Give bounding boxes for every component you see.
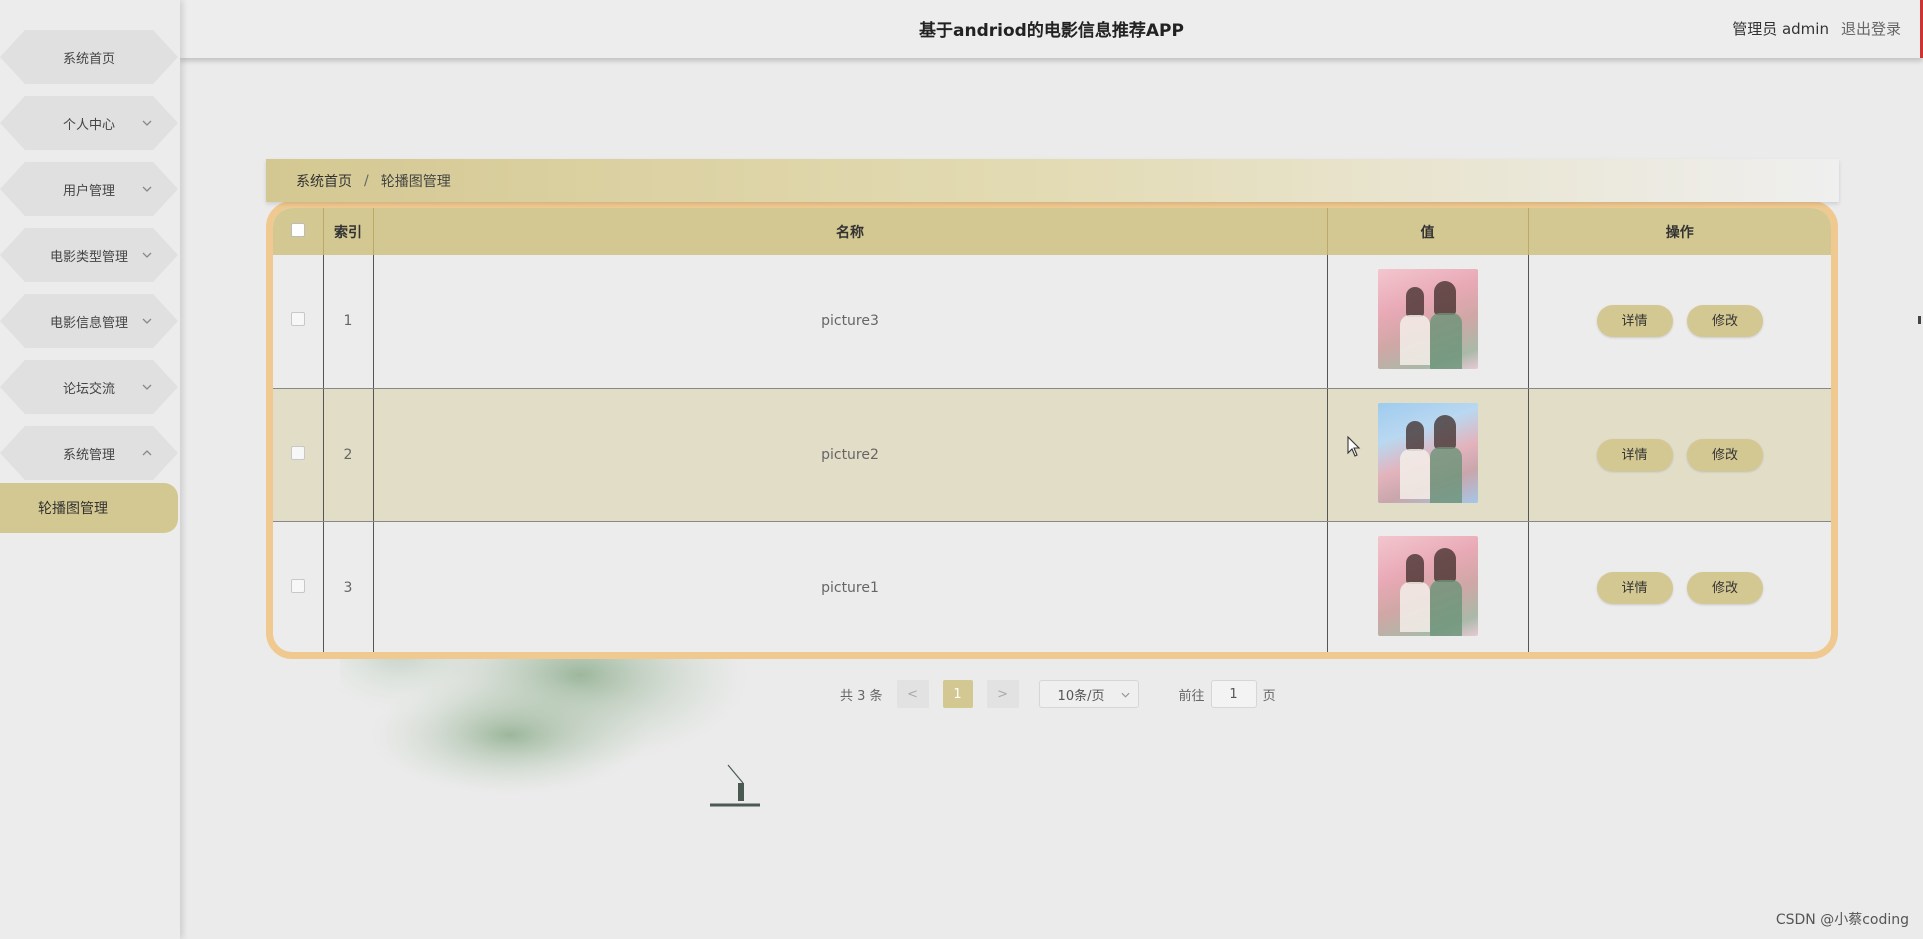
- sidebar-item-label: 个人中心: [62, 117, 115, 133]
- cell-index: 1: [323, 255, 374, 389]
- scrollbar-marker: [1918, 316, 1921, 324]
- sidebar-item-movie-info-management[interactable]: 电影信息管理: [0, 294, 178, 348]
- prev-page-button[interactable]: <: [896, 680, 929, 708]
- column-header-index: 索引: [323, 208, 374, 255]
- sidebar-item-label: 系统管理: [62, 447, 115, 463]
- cell-name: picture3: [373, 255, 1328, 389]
- sidebar-item-label: 论坛交流: [62, 381, 115, 397]
- select-all-checkbox[interactable]: [290, 222, 305, 237]
- carousel-thumbnail-image[interactable]: [1377, 535, 1478, 636]
- column-header-value: 值: [1327, 208, 1529, 255]
- sidebar-item-home[interactable]: 系统首页: [0, 30, 178, 84]
- cell-value: [1327, 521, 1529, 652]
- cell-index: 3: [323, 521, 374, 652]
- table-row: 2 picture2 详情 修改: [273, 388, 1831, 522]
- goto-label: 前往: [1178, 688, 1205, 704]
- carousel-table: 索引 名称 值 操作 1 picture3 详情 修改 2 picture2 详…: [273, 208, 1831, 652]
- chevron-down-icon: [140, 182, 154, 196]
- edit-button[interactable]: 修改: [1686, 305, 1763, 338]
- header-user-area: 管理员 admin 退出登录: [1732, 18, 1901, 39]
- carousel-thumbnail-image[interactable]: [1377, 269, 1478, 370]
- detail-button[interactable]: 详情: [1596, 438, 1673, 471]
- cell-actions: 详情 修改: [1528, 521, 1831, 652]
- sidebar-item-user-management[interactable]: 用户管理: [0, 162, 178, 216]
- next-page-button[interactable]: >: [986, 680, 1019, 708]
- detail-button[interactable]: 详情: [1596, 305, 1673, 338]
- cell-name: picture2: [373, 388, 1328, 522]
- pagination-total: 共 3 条: [840, 688, 883, 704]
- carousel-thumbnail-image[interactable]: [1377, 402, 1478, 503]
- detail-button[interactable]: 详情: [1596, 571, 1673, 604]
- page-size-select[interactable]: 10条/页: [1038, 680, 1139, 708]
- sidebar-subitem-label: 轮播图管理: [38, 501, 108, 517]
- column-header-actions: 操作: [1528, 208, 1831, 255]
- chevron-down-icon: [1121, 687, 1130, 702]
- logout-link[interactable]: 退出登录: [1841, 18, 1901, 39]
- sidebar-item-forum[interactable]: 论坛交流: [0, 360, 178, 414]
- breadcrumb-current: 轮播图管理: [380, 173, 451, 190]
- cell-actions: 详情 修改: [1528, 255, 1831, 389]
- cell-index: 2: [323, 388, 374, 522]
- mouse-cursor-icon: [1347, 436, 1361, 457]
- sidebar-item-label: 电影信息管理: [49, 315, 128, 331]
- sidebar-item-personal-center[interactable]: 个人中心: [0, 96, 178, 150]
- watermark: CSDN @小蔡coding: [1775, 912, 1909, 928]
- pagination: 共 3 条 < 1 > 10条/页 前往 页: [840, 680, 1276, 708]
- breadcrumb-home[interactable]: 系统首页: [296, 171, 352, 191]
- top-header: 基于andriod的电影信息推荐APP 管理员 admin 退出登录: [180, 0, 1923, 58]
- sidebar-item-label: 系统首页: [62, 51, 115, 67]
- chevron-down-icon: [140, 380, 154, 394]
- table-header-row: 索引 名称 值 操作: [273, 208, 1831, 255]
- sidebar-item-label: 用户管理: [62, 183, 115, 199]
- cell-name: picture1: [373, 521, 1328, 652]
- sidebar-item-movie-type-management[interactable]: 电影类型管理: [0, 228, 178, 282]
- chevron-down-icon: [140, 116, 154, 130]
- app-title: 基于andriod的电影信息推荐APP: [919, 21, 1184, 41]
- sidebar-item-label: 电影类型管理: [49, 249, 128, 265]
- chevron-up-icon: [140, 446, 154, 460]
- select-all-cell: [273, 208, 324, 255]
- breadcrumb: 系统首页 / 轮播图管理: [266, 159, 1839, 202]
- row-checkbox[interactable]: [290, 445, 305, 460]
- sidebar-subitem-carousel-management[interactable]: 轮播图管理: [0, 483, 178, 533]
- chevron-down-icon: [140, 248, 154, 262]
- edit-button[interactable]: 修改: [1686, 438, 1763, 471]
- breadcrumb-separator: /: [364, 172, 369, 189]
- page-number-button[interactable]: 1: [942, 680, 973, 708]
- goto-page-input[interactable]: [1210, 680, 1257, 708]
- table-row: 1 picture3 详情 修改: [273, 255, 1831, 389]
- row-checkbox[interactable]: [290, 312, 305, 327]
- goto-page-group: 前往 页: [1179, 680, 1276, 708]
- admin-label: 管理员 admin: [1732, 20, 1829, 38]
- page-size-value: 10条/页: [1057, 688, 1105, 704]
- carousel-table-container: 索引 名称 值 操作 1 picture3 详情 修改 2 picture2 详…: [266, 201, 1838, 659]
- edit-button[interactable]: 修改: [1686, 571, 1763, 604]
- chevron-down-icon: [140, 314, 154, 328]
- sidebar-item-system-management[interactable]: 系统管理: [0, 426, 178, 480]
- cell-value: [1327, 255, 1529, 389]
- table-row: 3 picture1 详情 修改: [273, 521, 1831, 652]
- row-checkbox[interactable]: [290, 578, 305, 593]
- page-unit-label: 页: [1262, 688, 1276, 704]
- column-header-name: 名称: [373, 208, 1328, 255]
- sidebar: 系统首页 个人中心 用户管理 电影类型管理 电影信息管理 论坛交流 系统管理 轮…: [0, 0, 180, 939]
- cell-actions: 详情 修改: [1528, 388, 1831, 522]
